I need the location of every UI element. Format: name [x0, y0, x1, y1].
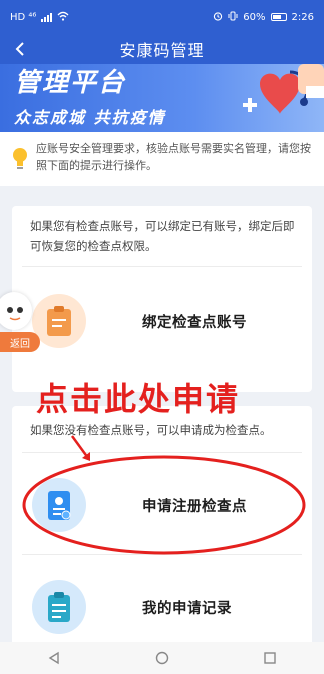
- my-applications-label: 我的申请记录: [142, 600, 232, 617]
- lightbulb-icon: [13, 148, 27, 169]
- bind-checkpoint-button[interactable]: 绑定检查点账号: [32, 286, 304, 356]
- floating-assistant[interactable]: 返回: [0, 292, 44, 358]
- apply-description: 如果您没有检查点账号，可以申请成为检查点。: [30, 423, 272, 437]
- nav-home-button[interactable]: [142, 644, 182, 672]
- register-checkpoint-button[interactable]: 申请注册检查点: [32, 470, 304, 540]
- register-checkpoint-label: 申请注册检查点: [142, 498, 247, 515]
- clock: 2:26: [291, 11, 314, 23]
- annotation-text: 点击此处申请: [36, 380, 241, 418]
- bind-card: 如果您有检查点账号，可以绑定已有账号，绑定后即可恢复您的检查点权限。 绑定检查点…: [12, 206, 312, 392]
- signal-bars-icon: [41, 12, 53, 22]
- apply-card: 如果您没有检查点账号，可以申请成为检查点。 申请注册检查点 我的申请记录: [12, 406, 312, 646]
- banner-subtitle: 众志成城 共抗疫情: [14, 108, 166, 127]
- divider: [22, 266, 302, 267]
- nav-recent-button[interactable]: [250, 644, 290, 672]
- robot-icon: [0, 292, 32, 330]
- status-right: 60% 2:26: [213, 11, 314, 24]
- heart-stethoscope-illustration: [243, 64, 324, 114]
- status-bar: HD ⁴⁶ 60% 2:26: [0, 0, 324, 34]
- alarm-icon: [213, 11, 223, 24]
- battery-icon: [270, 13, 287, 21]
- status-left: HD ⁴⁶: [10, 11, 69, 24]
- circle-home-icon: [155, 651, 169, 665]
- back-button[interactable]: [6, 34, 34, 64]
- banner-title: 管理平台: [14, 68, 127, 98]
- system-nav-bar: [0, 642, 324, 674]
- divider: [22, 554, 302, 555]
- divider: [22, 452, 302, 453]
- notice-text: 应账号安全管理要求，核验点账号需要实名管理，请您按照下面的提示进行操作。: [36, 142, 311, 172]
- vibrate-icon: [228, 11, 238, 24]
- return-button[interactable]: 返回: [0, 332, 40, 352]
- nav-back-button[interactable]: [34, 644, 74, 672]
- signal-indicators: HD ⁴⁶: [10, 11, 37, 23]
- bind-checkpoint-label: 绑定检查点账号: [142, 314, 247, 331]
- triangle-back-icon: [48, 651, 59, 665]
- my-applications-button[interactable]: 我的申请记录: [32, 572, 304, 642]
- header-bar: 安康码管理: [0, 34, 324, 64]
- page-title: 安康码管理: [119, 41, 205, 60]
- notice-panel: 应账号安全管理要求，核验点账号需要实名管理，请您按照下面的提示进行操作。: [0, 132, 324, 186]
- checklist-icon: [32, 580, 86, 634]
- battery-percent: 60%: [243, 11, 266, 23]
- wifi-icon: [57, 11, 69, 24]
- bind-description: 如果您有检查点账号，可以绑定已有账号，绑定后即可恢复您的检查点权限。: [30, 219, 295, 253]
- square-recent-icon: [264, 652, 276, 664]
- chevron-left-icon: [15, 42, 24, 56]
- id-badge-icon: [32, 478, 86, 532]
- banner: 管理平台 众志成城 共抗疫情: [0, 64, 324, 132]
